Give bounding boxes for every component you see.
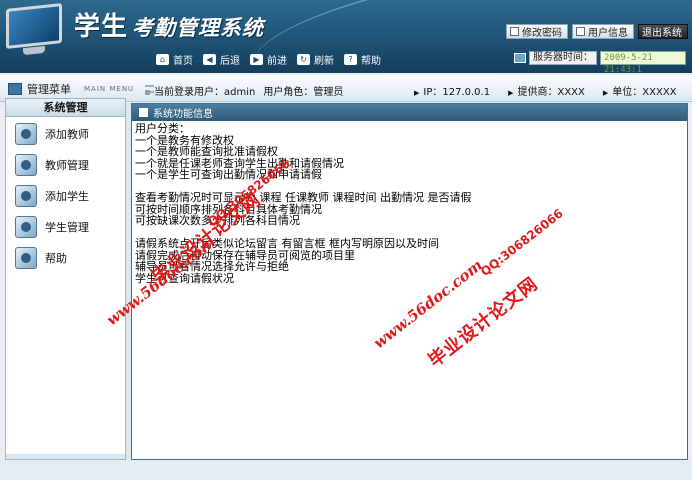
arrow-icon: ▶ <box>602 89 609 97</box>
teacher-management-icon <box>15 154 37 176</box>
sidebar-item-teacher-management[interactable]: 教师管理 <box>15 154 89 176</box>
system-info: ▶ IP：127.0.0.1 ▶ 提供商：XXXX ▶ 单位：XXXXX <box>414 83 677 98</box>
sidebar-item-add-student[interactable]: 添加学生 <box>15 185 89 207</box>
panel-header: 系统功能信息 <box>132 104 687 121</box>
content-line: 用户分类： <box>135 122 190 135</box>
user-icon <box>576 27 585 36</box>
help-icon: ? <box>344 54 357 65</box>
sidebar-item-student-management[interactable]: 学生管理 <box>15 216 89 238</box>
add-student-icon <box>15 185 37 207</box>
arrow-icon: ▶ <box>414 89 420 97</box>
back-arrow-icon: ◀ <box>203 54 216 65</box>
panel-title: 系统功能信息 <box>153 109 213 120</box>
nav-back-label: 后退 <box>220 56 240 67</box>
main-panel: 系统功能信息 用户分类： 一个是教务有修改权 一个是教师能查询批准请假权 一个就… <box>131 103 688 460</box>
bullet-icon <box>145 89 150 95</box>
menu-icon <box>8 83 22 95</box>
change-password-label: 修改密码 <box>522 28 562 39</box>
sidebar-title: 系统管理 <box>6 99 125 117</box>
current-user-text: 当前登录用户：admin <box>154 87 256 98</box>
forward-arrow-icon: ▶ <box>250 54 263 65</box>
menu-subtitle: MAIN MENU <box>84 85 135 93</box>
sidebar: 系统管理 添加教师 教师管理 添加学生 学生管理 帮助 <box>5 98 126 460</box>
provider-text: 提供商：XXXX <box>517 87 585 98</box>
server-time-value: 2009-5-21 21:43:1 <box>600 51 686 73</box>
sidebar-item-add-teacher[interactable]: 添加教师 <box>15 123 89 145</box>
nav-refresh[interactable]: ↻ 刷新 <box>297 52 334 67</box>
nav-items: ⌂ 首页 ◀ 后退 ▶ 前进 ↻ 刷新 ? 帮助 <box>156 52 381 67</box>
unit-info: ▶ 单位：XXXXX <box>603 83 677 98</box>
menu-header: 管理菜单 MAIN MENU <box>8 81 155 97</box>
home-icon: ⌂ <box>156 54 169 65</box>
menu-title: 管理菜单 <box>27 83 71 96</box>
user-info-label: 用户信息 <box>588 28 628 39</box>
key-icon <box>510 27 519 36</box>
panel-icon <box>139 108 148 117</box>
computer-icon <box>514 53 526 63</box>
user-info-button[interactable]: 用户信息 <box>572 24 634 39</box>
sidebar-item-label: 添加教师 <box>45 128 89 141</box>
content-line: 一个是学生可查询出勤情况和申请请假 <box>135 168 322 181</box>
ip-info: ▶ IP：127.0.0.1 <box>414 83 490 98</box>
nav-forward[interactable]: ▶ 前进 <box>250 52 287 67</box>
content-line: 查看考勤情况时可显示为 课程 任课教师 课程时间 出勤情况 是否请假 <box>135 191 472 204</box>
monitor-logo-icon <box>6 3 62 49</box>
refresh-icon: ↻ <box>297 54 310 65</box>
content-line: 可按缺课次数多少排列各科目情况 <box>135 214 300 227</box>
nav-help-label: 帮助 <box>361 56 381 67</box>
server-time-label: 服务器时间： <box>529 51 597 65</box>
ip-text: IP：127.0.0.1 <box>423 87 491 98</box>
current-user: 当前登录用户：admin <box>145 83 255 98</box>
logout-button[interactable]: 退出系统 <box>638 24 688 39</box>
nav-home-label: 首页 <box>173 56 193 67</box>
server-time-box: 服务器时间： 2009-5-21 21:43:1 <box>514 51 686 73</box>
content-line: 学生可查询请假状况 <box>135 271 234 285</box>
content-line: 辅导员可看情况选择允许与拒绝 <box>135 260 289 273</box>
current-user-info: 当前登录用户：admin 用户角色：管理员 <box>145 83 343 98</box>
nav-home[interactable]: ⌂ 首页 <box>156 52 193 67</box>
nav-help[interactable]: ? 帮助 <box>344 52 381 67</box>
footer-bar <box>0 460 692 480</box>
app-title: 学生 考勤管理系统 <box>74 6 264 42</box>
app-title-part1: 学生 <box>74 12 129 42</box>
sidebar-item-label: 添加学生 <box>45 190 89 203</box>
sidebar-bottom-bar <box>6 454 125 459</box>
unit-text: 单位：XXXXX <box>612 87 677 98</box>
nav-back[interactable]: ◀ 后退 <box>203 52 240 67</box>
logout-label: 退出系统 <box>642 28 682 39</box>
sidebar-item-label: 学生管理 <box>45 221 89 234</box>
app-header: 学生 考勤管理系统 修改密码 用户信息 退出系统 ⌂ 首页 ◀ 后退 ▶ 前进 … <box>0 0 692 73</box>
sidebar-item-label: 帮助 <box>45 252 67 265</box>
nav-refresh-label: 刷新 <box>314 56 334 67</box>
sidebar-item-help[interactable]: 帮助 <box>15 247 67 269</box>
navbar: ⌂ 首页 ◀ 后退 ▶ 前进 ↻ 刷新 ? 帮助 服务器时间： 2009-5-2… <box>0 49 692 73</box>
nav-forward-label: 前进 <box>267 56 287 67</box>
add-teacher-icon <box>15 123 37 145</box>
change-password-button[interactable]: 修改密码 <box>506 24 568 39</box>
arrow-icon: ▶ <box>508 89 514 97</box>
app-title-part2: 考勤管理系统 <box>132 15 265 40</box>
content-line: 一个是教师能查询批准请假权 <box>135 145 278 158</box>
sidebar-item-label: 教师管理 <box>45 159 89 172</box>
top-actions: 修改密码 用户信息 退出系统 <box>506 24 688 39</box>
lock-icon <box>15 216 37 238</box>
content-line: 请假系统点开后类似论坛留言 有留言框 框内写明原因以及时间 <box>135 237 439 250</box>
provider-info: ▶ 提供商：XXXX <box>508 83 585 98</box>
help-book-icon <box>15 247 37 269</box>
user-role: 用户角色：管理员 <box>263 87 344 98</box>
system-info-content: 用户分类： 一个是教务有修改权 一个是教师能查询批准请假权 一个就是任课老师查询… <box>132 121 687 284</box>
